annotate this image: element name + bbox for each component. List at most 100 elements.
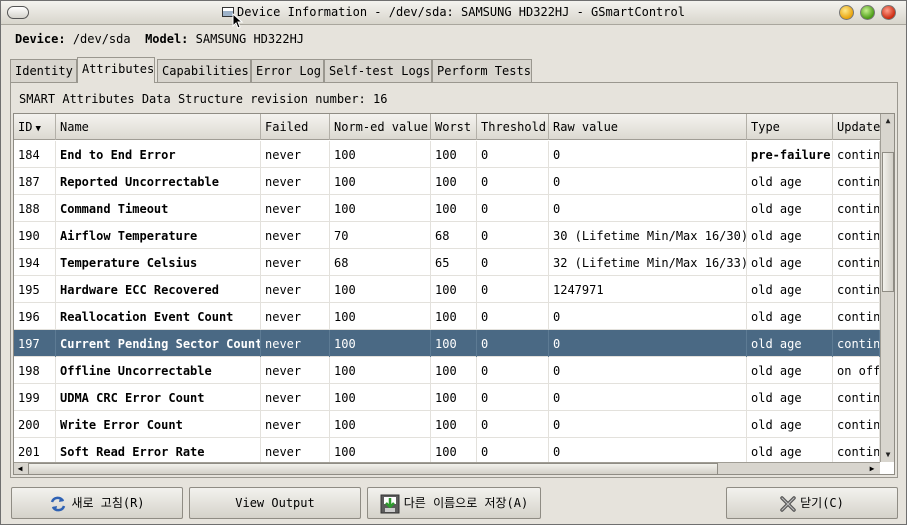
- cell-update: contin: [833, 276, 880, 303]
- cell-type: old age: [747, 357, 833, 384]
- tab-self-test-logs[interactable]: Self-test Logs: [324, 59, 432, 82]
- cell-name: Offline Uncorrectable: [56, 357, 261, 384]
- horizontal-scrollbar[interactable]: ◀ ▶: [14, 462, 880, 474]
- table-row[interactable]: 199 UDMA CRC Error Count never 100 100 0 0 old …: [14, 384, 880, 411]
- table-row[interactable]: 184 End to End Error never 100 100 0 0 pre-fail…: [14, 141, 880, 168]
- cell-worst: 100: [431, 168, 477, 195]
- tab-error-log[interactable]: Error Log: [251, 59, 324, 82]
- window-title: Device Information - /dev/sda: SAMSUNG H…: [237, 5, 685, 19]
- device-summary: Device: /dev/sda Model: SAMSUNG HD322HJ: [15, 32, 304, 46]
- cell-threshold: 0: [477, 141, 549, 168]
- close-button[interactable]: 닫기(C): [726, 487, 898, 519]
- tab-label: Identity: [15, 64, 73, 78]
- column-header-failed[interactable]: Failed: [261, 114, 330, 140]
- cell-threshold: 0: [477, 384, 549, 411]
- cell-worst: 100: [431, 357, 477, 384]
- close-x-icon: [780, 495, 796, 512]
- maximize-button[interactable]: [860, 5, 875, 20]
- column-header-threshold[interactable]: Threshold: [477, 114, 549, 140]
- minimize-button[interactable]: [839, 5, 854, 20]
- column-header-raw-value[interactable]: Raw value: [549, 114, 747, 140]
- table-row[interactable]: 200 Write Error Count never 100 100 0 0 old age…: [14, 411, 880, 438]
- cell-threshold: 0: [477, 411, 549, 438]
- model-name: SAMSUNG HD322HJ: [195, 32, 305, 46]
- cell-failed: never: [261, 276, 330, 303]
- cell-name: Hardware ECC Recovered: [56, 276, 261, 303]
- cell-raw: 0: [549, 168, 747, 195]
- column-header-normed-value[interactable]: Norm-ed value: [330, 114, 431, 140]
- table-row[interactable]: 195 Hardware ECC Recovered never 100 100 0 124…: [14, 276, 880, 303]
- refresh-button[interactable]: 새로 고침(R): [11, 487, 183, 519]
- table-row[interactable]: 188 Command Timeout never 100 100 0 0 old age co…: [14, 195, 880, 222]
- attributes-panel: SMART Attributes Data Structure revision…: [10, 82, 898, 478]
- table-row[interactable]: 197 Current Pending Sector Count never 100 1…: [14, 330, 880, 357]
- column-header-type[interactable]: Type: [747, 114, 833, 140]
- cell-id: 196: [14, 303, 56, 330]
- cell-norm: 100: [330, 411, 431, 438]
- tab-attributes[interactable]: Attributes: [77, 57, 155, 83]
- table-row[interactable]: 198 Offline Uncorrectable never 100 100 0 0 old…: [14, 357, 880, 384]
- cell-failed: never: [261, 141, 330, 168]
- cell-raw: 0: [549, 438, 747, 465]
- cell-raw: 0: [549, 330, 747, 357]
- table-row[interactable]: 196 Reallocation Event Count never 100 100 0 0…: [14, 303, 880, 330]
- cell-worst: 100: [431, 276, 477, 303]
- cell-name: UDMA CRC Error Count: [56, 384, 261, 411]
- cell-id: 198: [14, 357, 56, 384]
- cell-worst: 65: [431, 249, 477, 276]
- refresh-icon: [51, 496, 66, 511]
- scroll-down-icon[interactable]: ▼: [882, 448, 894, 462]
- scroll-left-icon[interactable]: ◀: [14, 463, 26, 474]
- save-icon: [380, 494, 400, 513]
- scroll-up-icon[interactable]: ▲: [882, 114, 894, 128]
- tab-capabilities[interactable]: Capabilities: [157, 59, 251, 82]
- table-row[interactable]: 190 Airflow Temperature never 70 68 0 30 (Life…: [14, 222, 880, 249]
- cell-name: Airflow Temperature: [56, 222, 261, 249]
- cell-update: contin: [833, 222, 880, 249]
- cell-failed: never: [261, 438, 330, 465]
- cell-norm: 100: [330, 330, 431, 357]
- cell-threshold: 0: [477, 249, 549, 276]
- cell-update: contin: [833, 438, 880, 465]
- cell-name: Command Timeout: [56, 195, 261, 222]
- tab-perform-tests[interactable]: Perform Tests: [432, 59, 532, 82]
- model-label: Model:: [145, 32, 189, 46]
- cell-type: pre-failure: [747, 141, 833, 168]
- cell-update: contin: [833, 384, 880, 411]
- scroll-right-icon[interactable]: ▶: [866, 463, 878, 474]
- cell-raw: 32 (Lifetime Min/Max 16/33): [549, 249, 747, 276]
- cell-type: old age: [747, 384, 833, 411]
- cell-norm: 100: [330, 384, 431, 411]
- save-as-button[interactable]: 다른 이름으로 저장(A): [367, 487, 541, 519]
- view-output-button[interactable]: View Output: [189, 487, 361, 519]
- cell-threshold: 0: [477, 438, 549, 465]
- cell-failed: never: [261, 411, 330, 438]
- column-header-id[interactable]: ID ▼: [14, 114, 56, 140]
- cell-worst: 100: [431, 438, 477, 465]
- cell-norm: 100: [330, 438, 431, 465]
- cell-norm: 100: [330, 357, 431, 384]
- cell-failed: never: [261, 384, 330, 411]
- column-header-name[interactable]: Name: [56, 114, 261, 140]
- column-header-worst[interactable]: Worst: [431, 114, 477, 140]
- cell-raw: 0: [549, 411, 747, 438]
- cell-type: old age: [747, 249, 833, 276]
- table-row[interactable]: 194 Temperature Celsius never 68 65 0 32 (Life…: [14, 249, 880, 276]
- cell-norm: 100: [330, 276, 431, 303]
- table-row[interactable]: 201 Soft Read Error Rate never 100 100 0 0 old …: [14, 438, 880, 465]
- vertical-scrollbar[interactable]: ▲ ▼: [880, 114, 894, 462]
- cell-worst: 100: [431, 411, 477, 438]
- table-row[interactable]: 187 Reported Uncorrectable never 100 100 0 0 ol…: [14, 168, 880, 195]
- cell-threshold: 0: [477, 276, 549, 303]
- close-window-button[interactable]: [881, 5, 896, 20]
- tab-identity[interactable]: Identity: [10, 59, 77, 82]
- cell-type: old age: [747, 438, 833, 465]
- device-label: Device:: [15, 32, 66, 46]
- cell-update: on off: [833, 357, 880, 384]
- horizontal-scroll-thumb[interactable]: [28, 463, 718, 474]
- cell-id: 184: [14, 141, 56, 168]
- cell-type: old age: [747, 168, 833, 195]
- vertical-scroll-thumb[interactable]: [882, 152, 894, 292]
- cell-worst: 68: [431, 222, 477, 249]
- title-bar[interactable]: Device Information - /dev/sda: SAMSUNG H…: [1, 1, 906, 29]
